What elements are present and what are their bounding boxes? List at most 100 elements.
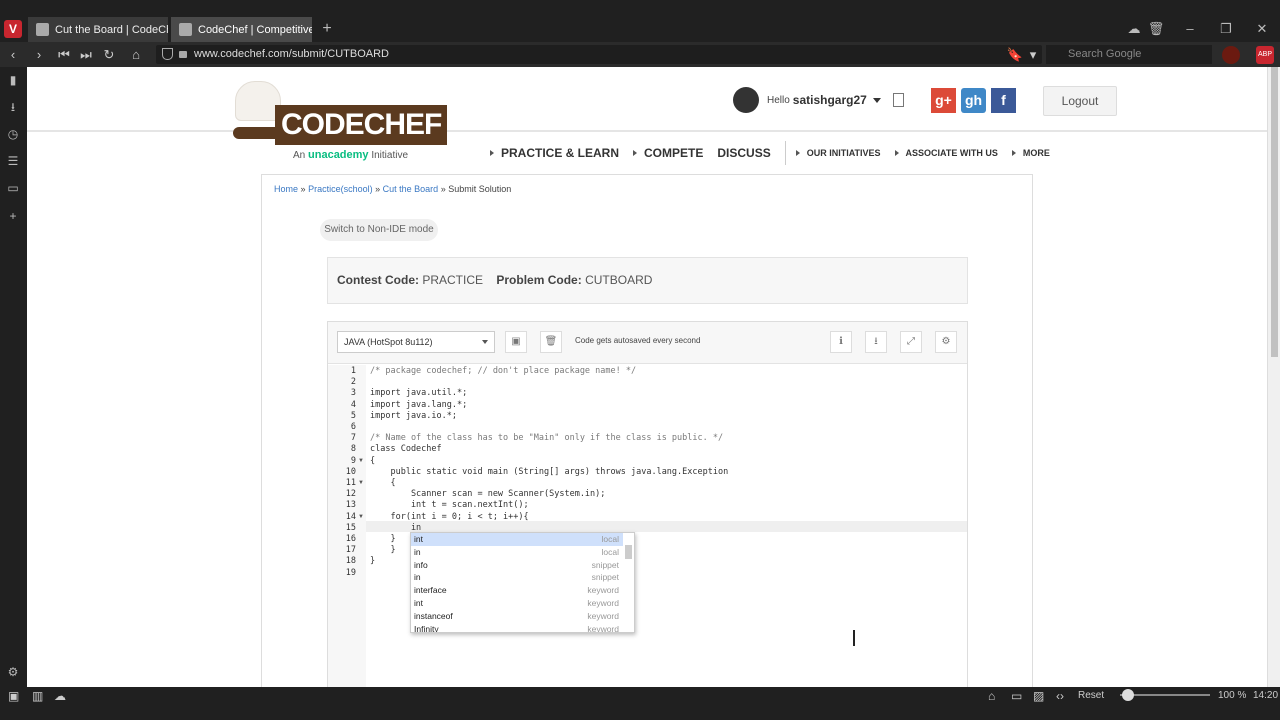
back-icon[interactable]: ‹	[4, 46, 22, 64]
download-icon[interactable]: ⭳	[865, 331, 887, 353]
code-line: /* Name of the class has to be "Main" on…	[370, 433, 724, 444]
tab-cut-the-board[interactable]: Cut the Board | CodeChef	[28, 17, 168, 42]
autocomplete-item[interactable]: in local	[411, 546, 623, 559]
autocomplete-word: interface	[414, 585, 447, 596]
triangle-icon	[633, 150, 638, 156]
header-divider	[27, 130, 1267, 132]
panel-toggle-icon[interactable]: ▣	[8, 689, 19, 703]
nav-practice-learn[interactable]: PRACTICE & LEARN	[490, 146, 619, 160]
breadcrumb-home[interactable]: Home	[274, 184, 298, 194]
tab-codechef-competitive[interactable]: CodeChef | Competitive Pr	[171, 17, 312, 42]
page-content: CODECHEF An unacademy Initiative Hello s…	[27, 67, 1267, 687]
url-dropdown-icon[interactable]: ▾	[1024, 46, 1042, 64]
bookmark-icon[interactable]: 🔖	[1006, 46, 1024, 64]
logout-button[interactable]: Logout	[1043, 86, 1117, 116]
autocomplete-item[interactable]: int keyword	[411, 597, 623, 610]
browser-side-panel: ▮ ⭳ ◷ ☰ ▭ + ⚙	[0, 67, 27, 687]
breadcrumb-practice[interactable]: Practice(school)	[308, 184, 373, 194]
fullscreen-icon[interactable]: ⤢	[900, 331, 922, 353]
autocomplete-scrollbar[interactable]	[623, 533, 634, 632]
autocomplete-item[interactable]: in snippet	[411, 571, 623, 584]
editor-toolbar: JAVA (HotSpot 8u112) ▣ 🗑 Code gets autos…	[328, 322, 967, 364]
chevron-down-icon	[872, 97, 881, 103]
user-menu[interactable]: Hello satishgarg27	[733, 87, 881, 113]
trash-icon[interactable]: 🗑	[540, 331, 562, 353]
scrollbar-thumb[interactable]	[625, 545, 632, 559]
switch-non-ide-button[interactable]: Switch to Non-IDE mode	[320, 219, 438, 241]
fast-forward-icon[interactable]: ⏭	[77, 46, 95, 64]
settings-gear-icon[interactable]: ⚙	[6, 665, 20, 679]
rewind-icon[interactable]: ⏮	[55, 46, 73, 64]
profile-icon[interactable]	[1222, 46, 1240, 64]
restore-icon[interactable]: ❐	[1216, 20, 1236, 38]
adblock-icon[interactable]: ABP	[1256, 46, 1274, 64]
search-placeholder: Search Google	[1068, 48, 1142, 60]
facebook-icon[interactable]: f	[991, 88, 1016, 113]
capture-icon[interactable]: ⌂	[988, 689, 995, 703]
home-icon[interactable]: ⌂	[127, 46, 145, 64]
autocomplete-item[interactable]: info snippet	[411, 559, 623, 572]
autocomplete-type: snippet	[591, 572, 619, 583]
nav-label: PRACTICE & LEARN	[501, 146, 620, 160]
scrollbar-thumb[interactable]	[1271, 67, 1278, 357]
notes-icon[interactable]	[893, 93, 904, 107]
vivaldi-menu-icon[interactable]: V	[4, 20, 22, 38]
autocomplete-item[interactable]: Infinity keyword	[411, 623, 623, 633]
tile-icon[interactable]: ▥	[32, 689, 43, 703]
lock-icon	[179, 51, 187, 58]
nav-discuss[interactable]: DISCUSS	[717, 146, 770, 160]
fold-toggle-icon[interactable]: ▼	[358, 480, 364, 486]
nav-associate-with-us[interactable]: ASSOCIATE WITH US	[894, 148, 998, 158]
autocomplete-item[interactable]: interface keyword	[411, 584, 623, 597]
cloud-icon[interactable]: ☁	[54, 689, 66, 703]
cloud-icon[interactable]: ☁	[1124, 20, 1144, 38]
nav-compete[interactable]: COMPETE	[633, 146, 703, 160]
code-icon[interactable]: ‹›	[1056, 689, 1064, 703]
line-number: 12	[345, 489, 356, 500]
codechef-logo[interactable]: CODECHEF An unacademy Initiative	[229, 79, 448, 165]
notes-panel-icon[interactable]: ☰	[6, 154, 20, 168]
trash-icon[interactable]: 🗑	[1146, 20, 1166, 38]
history-panel-icon[interactable]: ◷	[6, 127, 20, 141]
forward-icon[interactable]: ›	[30, 46, 48, 64]
image-icon[interactable]: ▨	[1033, 689, 1044, 703]
url-field[interactable]: www.codechef.com/submit/CUTBOARD	[156, 45, 1042, 64]
window-panel-icon[interactable]: ▭	[6, 181, 20, 195]
fold-toggle-icon[interactable]: ▼	[358, 514, 364, 520]
reload-icon[interactable]: ↻	[100, 46, 118, 64]
autocomplete-item[interactable]: int local	[411, 533, 623, 546]
save-icon[interactable]: ▣	[505, 331, 527, 353]
settings-gear-icon[interactable]: ⚙	[935, 331, 957, 353]
page-scrollbar[interactable]	[1267, 67, 1280, 687]
breadcrumb-sep: »	[300, 184, 306, 194]
minimize-icon[interactable]: –	[1180, 20, 1200, 38]
code-area[interactable]: /* package codechef; // don't place pack…	[366, 365, 967, 687]
github-icon[interactable]: gh	[961, 88, 986, 113]
autocomplete-item[interactable]: instanceof keyword	[411, 610, 623, 623]
language-select[interactable]: JAVA (HotSpot 8u112)	[337, 331, 495, 353]
breadcrumb-sep: »	[440, 184, 446, 194]
fold-toggle-icon[interactable]: ▼	[358, 458, 364, 464]
google-plus-icon[interactable]: g+	[931, 88, 956, 113]
autocomplete-word: Infinity	[414, 623, 439, 633]
line-number: 10	[345, 466, 356, 477]
nav-label: DISCUSS	[717, 146, 771, 160]
zoom-slider-handle[interactable]	[1122, 689, 1134, 701]
new-tab-icon[interactable]: +	[318, 20, 336, 38]
downloads-panel-icon[interactable]: ⭳	[6, 100, 20, 114]
search-field[interactable]: Search Google	[1046, 45, 1212, 64]
info-icon[interactable]: ℹ	[830, 331, 852, 353]
avatar	[733, 87, 759, 113]
breadcrumb-problem[interactable]: Cut the Board	[383, 184, 439, 194]
close-icon[interactable]: ✕	[1252, 20, 1272, 38]
triangle-icon	[795, 150, 800, 156]
nav-our-initiatives[interactable]: OUR INITIATIVES	[795, 148, 881, 158]
zoom-reset-button[interactable]: Reset	[1078, 690, 1104, 701]
main-nav: PRACTICE & LEARN COMPETE DISCUSS OUR INI…	[490, 141, 1064, 165]
line-gutter: 1 2 3 4 5 6 7 8 9 ▼ 10 11 ▼ 12 13 14 ▼ 15 16 17 18 19	[328, 365, 366, 687]
triangle-icon	[1011, 150, 1016, 156]
bookmarks-panel-icon[interactable]: ▮	[6, 73, 20, 87]
nav-more[interactable]: MORE	[1011, 148, 1050, 158]
add-panel-icon[interactable]: +	[6, 209, 20, 223]
window-icon[interactable]: ▭	[1011, 689, 1022, 703]
